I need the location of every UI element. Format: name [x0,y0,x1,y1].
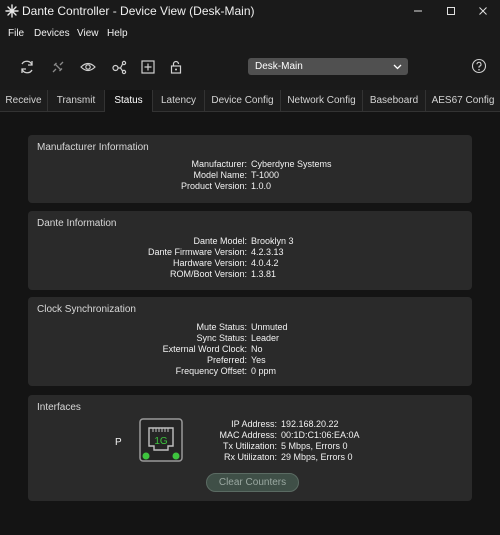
minimize-button[interactable] [410,3,426,19]
clear-counters-button[interactable]: Clear Counters [206,473,299,492]
tab-network-config[interactable]: Network Config [281,90,363,112]
close-icon [479,7,487,15]
tab-transmit[interactable]: Transmit [48,90,105,112]
tab-aes67-config[interactable]: AES67 Config [426,90,500,112]
dante-panel: Dante Information [28,211,472,290]
lock-icon[interactable] [168,59,184,75]
network-node-icon[interactable] [111,59,127,75]
tab-device-config[interactable]: Device Config [205,90,281,112]
disconnect-icon[interactable] [50,59,66,75]
eye-icon[interactable] [80,59,96,75]
port-speed: 1G [154,436,168,447]
menu-bar: File Devices View Help [0,22,500,44]
menu-devices[interactable]: Devices [34,28,70,39]
tab-status[interactable]: Status [105,90,153,112]
maximize-button[interactable] [443,3,459,19]
menu-file[interactable]: File [8,28,24,39]
window-title: Dante Controller - Device View (Desk-Mai… [22,4,255,18]
device-select-value: Desk-Main [255,61,303,72]
help-icon[interactable] [471,58,487,74]
title-bar: Dante Controller - Device View (Desk-Mai… [0,0,500,22]
tab-receive[interactable]: Receive [0,90,48,112]
maximize-icon [447,7,455,15]
clock-panel: Clock Synchronization [28,297,472,386]
tab-latency[interactable]: Latency [153,90,205,112]
ethernet-port-icon: 1G [139,418,183,462]
menu-view[interactable]: View [77,28,99,39]
menu-help[interactable]: Help [107,28,128,39]
minimize-icon [414,10,422,12]
panel-title: Dante Information [37,218,117,229]
link-led-left [142,452,150,460]
panel-title: Interfaces [37,402,81,413]
device-select[interactable]: Desk-Main [248,58,408,75]
port-label: P [115,437,122,448]
tab-baseboard[interactable]: Baseboard [363,90,426,112]
link-led-right [172,452,180,460]
refresh-icon[interactable] [19,59,35,75]
panel-title: Clock Synchronization [37,304,136,315]
tab-bar: Receive Transmit Status Latency Device C… [0,90,500,112]
manufacturer-panel: Manufacturer Information [28,135,472,203]
chevron-down-icon [393,64,402,70]
add-panel-icon[interactable] [140,59,156,75]
panel-title: Manufacturer Information [37,142,149,153]
dante-logo-icon [5,4,19,18]
close-button[interactable] [475,3,491,19]
